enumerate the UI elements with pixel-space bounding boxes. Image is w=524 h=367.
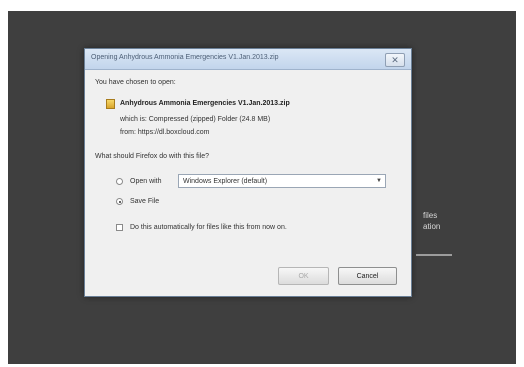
background-progress-line bbox=[416, 254, 452, 256]
open-with-select[interactable]: Windows Explorer (default) ▼ bbox=[178, 174, 386, 188]
file-type-info: which is: Compressed (zipped) Folder (24… bbox=[120, 116, 271, 123]
cancel-button[interactable]: Cancel bbox=[338, 267, 397, 285]
open-with-radio[interactable] bbox=[116, 178, 123, 185]
save-file-radio[interactable] bbox=[116, 198, 123, 205]
ok-button[interactable]: OK bbox=[278, 267, 329, 285]
open-with-select-value: Windows Explorer (default) bbox=[183, 178, 268, 185]
zip-file-icon bbox=[106, 99, 115, 109]
file-name: Anhydrous Ammonia Emergencies V1.Jan.201… bbox=[120, 100, 290, 107]
chevron-down-icon[interactable]: ▼ bbox=[376, 178, 382, 184]
close-button[interactable]: ✕ bbox=[385, 53, 405, 67]
download-dialog: Opening Anhydrous Ammonia Emergencies V1… bbox=[84, 48, 412, 297]
action-question: What should Firefox do with this file? bbox=[95, 153, 209, 160]
file-source-info: from: https://dl.boxcloud.com bbox=[120, 129, 210, 136]
intro-text: You have chosen to open: bbox=[95, 79, 176, 86]
save-file-label[interactable]: Save File bbox=[130, 198, 159, 205]
auto-action-label[interactable]: Do this automatically for files like thi… bbox=[130, 224, 287, 231]
auto-action-checkbox[interactable] bbox=[116, 224, 123, 231]
open-with-label[interactable]: Open with bbox=[130, 178, 162, 185]
dialog-titlebar[interactable]: Opening Anhydrous Ammonia Emergencies V1… bbox=[85, 49, 411, 70]
dialog-title: Opening Anhydrous Ammonia Emergencies V1… bbox=[91, 54, 279, 61]
close-icon: ✕ bbox=[391, 55, 399, 65]
background-text-2: ation bbox=[423, 222, 441, 231]
background-text-1: files bbox=[423, 211, 438, 220]
